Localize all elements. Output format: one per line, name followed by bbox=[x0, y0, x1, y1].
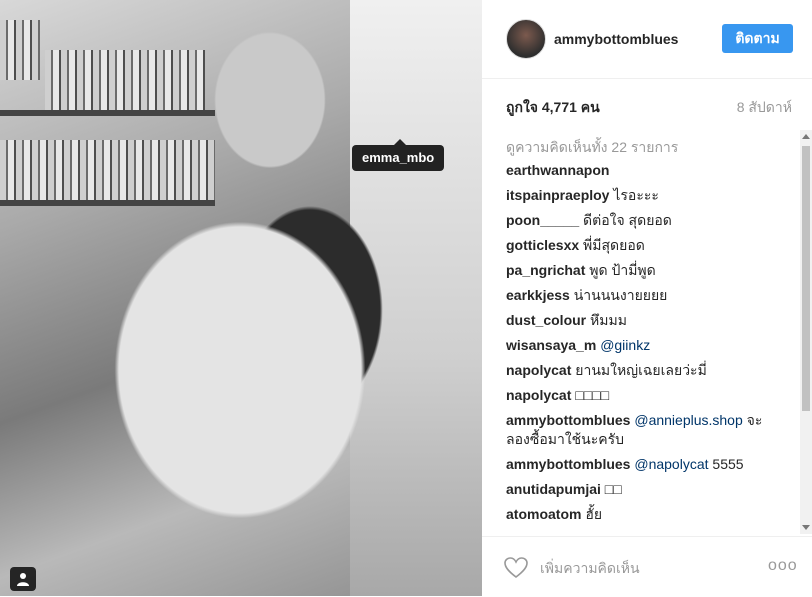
comment-username[interactable]: wisansaya_m bbox=[506, 337, 596, 353]
comment-row: ammybottomblues @napolycat 5555 bbox=[506, 455, 776, 474]
comment-username[interactable]: atomoatom bbox=[506, 506, 581, 522]
view-all-comments-link[interactable]: ดูความคิดเห็นทั้ง 22 รายการ bbox=[506, 137, 678, 159]
comment-text: พูด ป้ามี่พูด bbox=[589, 262, 656, 278]
comment-username[interactable]: anutidapumjai bbox=[506, 481, 601, 497]
comment-row: napolycat ยานมใหญ่เฉยเลยว่ะมี่ bbox=[506, 361, 776, 380]
comment-row: dust_colour หึมมม bbox=[506, 311, 776, 330]
comment-text: ไรอะะะ bbox=[613, 187, 659, 203]
comments-list: earthwannapon itspainpraeploy ไรอะะะ poon… bbox=[506, 161, 776, 530]
comment-row: earthwannapon bbox=[506, 161, 776, 180]
comment-row: pa_ngrichat พูด ป้ามี่พูด bbox=[506, 261, 776, 280]
comment-mention-link[interactable]: @napolycat bbox=[634, 456, 708, 472]
comment-row: poon_____ ดีต่อใจ สุดยอด bbox=[506, 211, 776, 230]
post-timestamp[interactable]: 8 สัปดาห์ bbox=[737, 97, 792, 119]
comment-text: น่านนนงายยยย bbox=[573, 287, 668, 303]
comment-username[interactable]: napolycat bbox=[506, 362, 571, 378]
comment-username[interactable]: dust_colour bbox=[506, 312, 586, 328]
comment-row: ammybottomblues @annieplus.shop จะ ลองซื… bbox=[506, 411, 776, 449]
comment-row: earkkjess น่านนนงายยยย bbox=[506, 286, 776, 305]
avatar[interactable] bbox=[506, 19, 546, 59]
comment-row: itspainpraeploy ไรอะะะ bbox=[506, 186, 776, 205]
comment-username[interactable]: itspainpraeploy bbox=[506, 187, 609, 203]
post-footer: ooo bbox=[482, 536, 812, 597]
comment-mention-link[interactable]: @giinkz bbox=[600, 337, 650, 353]
comment-username[interactable]: ammybottomblues bbox=[506, 412, 630, 428]
scroll-down-arrow-icon[interactable] bbox=[802, 525, 810, 530]
comment-text: □□□□ bbox=[575, 387, 610, 403]
follow-button[interactable]: ติดตาม bbox=[722, 24, 793, 53]
comment-text: 5555 bbox=[712, 456, 744, 472]
comment-username[interactable]: ammybottomblues bbox=[506, 456, 630, 472]
add-comment-input[interactable] bbox=[538, 555, 762, 581]
photo-subject bbox=[10, 10, 450, 596]
comment-text: พี่มีสุดยอด bbox=[583, 237, 645, 253]
comment-row: gotticlesxx พี่มีสุดยอด bbox=[506, 236, 776, 255]
comments-scrollbar[interactable] bbox=[800, 130, 812, 534]
comment-username[interactable]: pa_ngrichat bbox=[506, 262, 585, 278]
post-sidebar: ammybottomblues ติดตาม ถูกใจ 4,771 คน 8 … bbox=[482, 0, 812, 596]
comment-text: ดีต่อใจ สุดยอด bbox=[583, 212, 672, 228]
comment-username[interactable]: earkkjess bbox=[506, 287, 570, 303]
likes-count[interactable]: ถูกใจ 4,771 คน bbox=[506, 97, 600, 119]
scroll-up-arrow-icon[interactable] bbox=[802, 134, 810, 139]
post-header: ammybottomblues ติดตาม bbox=[482, 0, 812, 79]
comment-row: wisansaya_m @giinkz bbox=[506, 336, 776, 355]
comment-mention-link[interactable]: @annieplus.shop bbox=[634, 412, 742, 428]
comment-row: anutidapumjai □□ bbox=[506, 480, 776, 499]
comment-text: ยานมใหญ่เฉยเลยว่ะมี่ bbox=[575, 362, 707, 378]
comment-text: หึมมม bbox=[590, 312, 627, 328]
heart-icon[interactable] bbox=[504, 557, 528, 579]
comment-username[interactable]: napolycat bbox=[506, 387, 571, 403]
photo-user-tag[interactable]: emma_mbo bbox=[352, 139, 445, 171]
comment-text: □□ bbox=[604, 481, 622, 497]
comment-row: napolycat □□□□ bbox=[506, 386, 776, 405]
post-username[interactable]: ammybottomblues bbox=[554, 31, 678, 47]
comment-username[interactable]: earthwannapon bbox=[506, 162, 609, 178]
comment-username[interactable]: gotticlesxx bbox=[506, 237, 579, 253]
comments-panel[interactable]: ดูความคิดเห็นทั้ง 22 รายการ earthwannapo… bbox=[482, 130, 812, 534]
post-photo[interactable]: emma_mbo bbox=[0, 0, 482, 596]
tagged-users-icon[interactable] bbox=[10, 567, 36, 591]
comment-row: atomoatom ฮั้ย bbox=[506, 505, 776, 524]
scrollbar-thumb[interactable] bbox=[802, 146, 810, 411]
comment-username[interactable]: poon_____ bbox=[506, 212, 579, 228]
more-options-icon[interactable]: ooo bbox=[768, 557, 798, 575]
comment-text: ฮั้ย bbox=[585, 506, 603, 522]
